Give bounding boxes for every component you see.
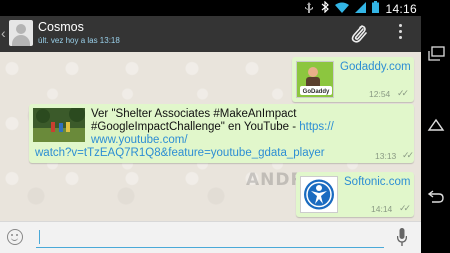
overflow-menu-icon[interactable]: [396, 24, 404, 42]
microphone-icon[interactable]: [396, 228, 408, 248]
contact-name[interactable]: Cosmos: [38, 20, 84, 34]
back-icon[interactable]: ‹: [1, 25, 6, 41]
message-time: 14:14: [371, 204, 393, 214]
video-thumbnail[interactable]: [33, 108, 85, 142]
conversation-area[interactable]: GoDaddy Godaddy.com 12:54 ✓✓ Ver "Shelte…: [0, 52, 421, 221]
text-cursor: [39, 230, 40, 244]
avatar[interactable]: [9, 20, 33, 46]
message-link[interactable]: www.youtube.com/: [91, 134, 188, 146]
home-icon[interactable]: [427, 117, 445, 133]
message-time: 12:54: [369, 89, 391, 99]
message-time: 13:13: [375, 151, 397, 161]
battery-icon: [372, 1, 380, 16]
message-link[interactable]: watch?v=tTzEAQ7R1Q8&feature=youtube_gdat…: [35, 147, 325, 159]
message-bubble[interactable]: GoDaddy Godaddy.com 12:54 ✓✓: [292, 57, 414, 102]
message-link[interactable]: Godaddy.com: [340, 61, 411, 73]
read-ticks-icon: ✓✓: [402, 150, 414, 160]
wifi-icon: [335, 2, 350, 16]
system-nav-bar: [421, 0, 450, 253]
link-preview-thumbnail[interactable]: GoDaddy: [296, 61, 334, 98]
bluetooth-icon: [321, 0, 330, 16]
message-text: Ver "Shelter Associates #MakeAnImpact #G…: [91, 108, 334, 146]
svg-text:GoDaddy: GoDaddy: [303, 89, 330, 95]
usb-icon: [303, 1, 315, 16]
message-link[interactable]: Softonic.com: [344, 176, 410, 188]
compose-bar: [0, 221, 421, 253]
message-link[interactable]: https://: [299, 121, 334, 133]
attach-icon[interactable]: [348, 22, 368, 44]
back-nav-icon[interactable]: [427, 189, 445, 205]
message-bubble[interactable]: Softonic.com 14:14 ✓✓: [296, 172, 414, 217]
emoji-icon[interactable]: [7, 229, 23, 245]
message-bubble[interactable]: Ver "Shelter Associates #MakeAnImpact #G…: [29, 104, 414, 163]
last-seen-status: últ. vez hoy a las 13:18: [38, 36, 120, 45]
recent-apps-icon[interactable]: [427, 46, 445, 62]
chat-header[interactable]: ‹ Cosmos últ. vez hoy a las 13:18: [0, 16, 421, 52]
clock: 14:16: [385, 1, 417, 16]
read-ticks-icon: ✓✓: [399, 203, 411, 213]
message-input[interactable]: [36, 226, 384, 248]
signal-icon: [355, 1, 367, 16]
status-bar: 14:16: [0, 0, 421, 16]
read-ticks-icon: ✓✓: [397, 88, 409, 98]
link-preview-thumbnail[interactable]: [300, 176, 338, 213]
